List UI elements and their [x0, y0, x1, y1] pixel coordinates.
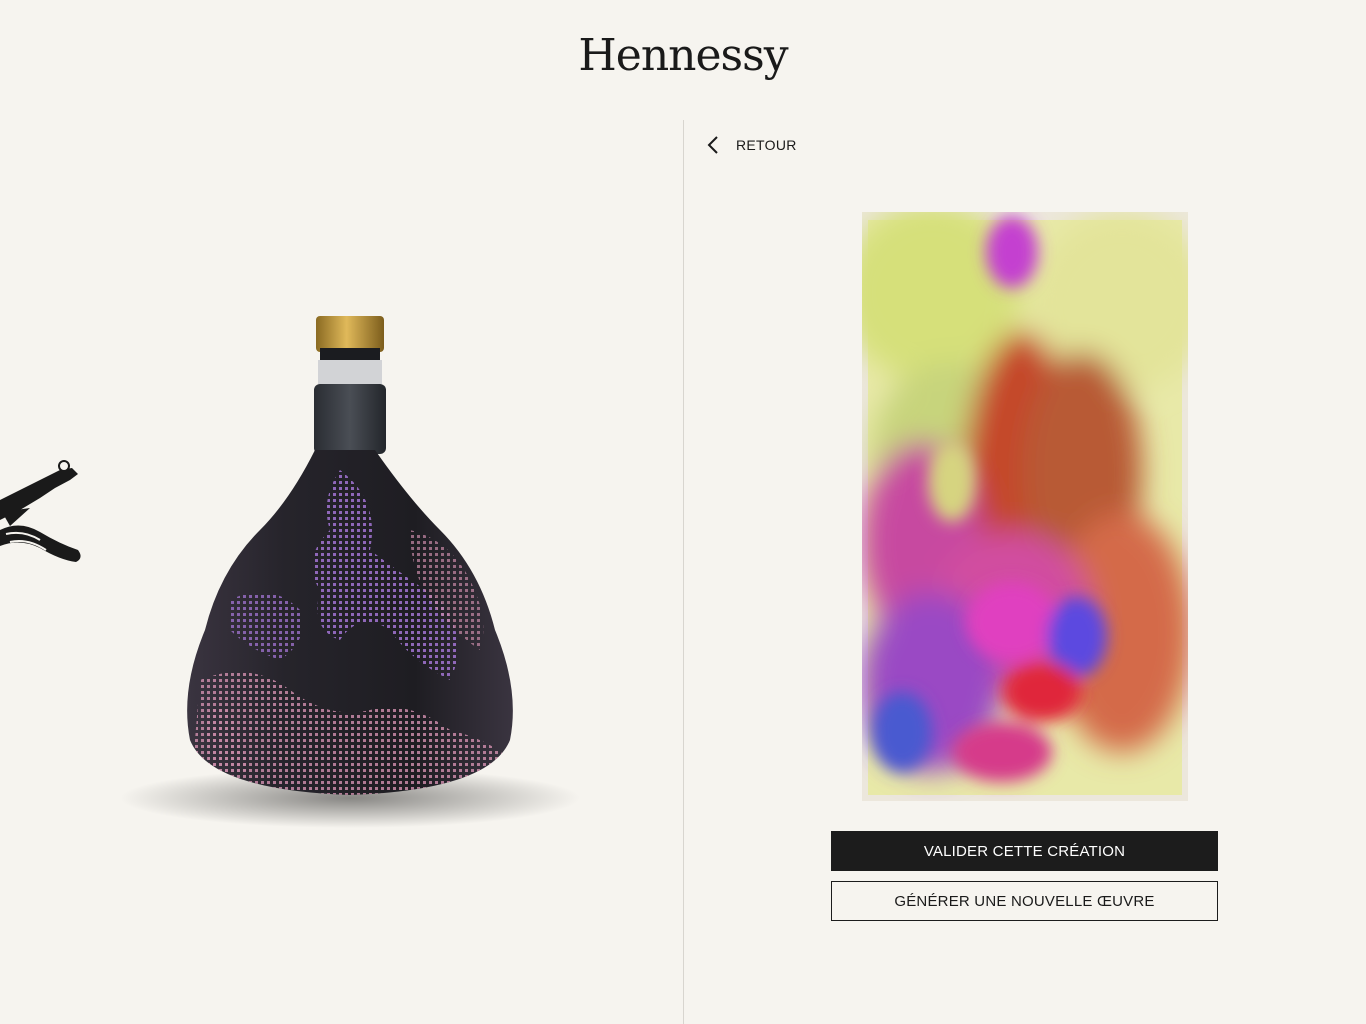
bottle-preview-panel: [0, 120, 683, 1024]
validate-creation-button[interactable]: VALIDER CETTE CRÉATION: [831, 831, 1218, 871]
bottle-image: [110, 300, 580, 845]
brand-logo: Hennessy: [578, 30, 788, 81]
page: Hennessy RETOUR VALIDER CETTE CRÉATION G…: [0, 0, 1366, 1024]
generate-new-artwork-button[interactable]: GÉNÉRER UNE NOUVELLE ŒUVRE: [831, 881, 1218, 921]
back-link[interactable]: RETOUR: [704, 133, 797, 157]
generated-artwork-image: [862, 212, 1188, 801]
panel-divider: [683, 120, 684, 1024]
back-label: RETOUR: [736, 137, 797, 153]
emblem-icon: [0, 450, 90, 575]
chevron-left-icon: [704, 134, 722, 156]
